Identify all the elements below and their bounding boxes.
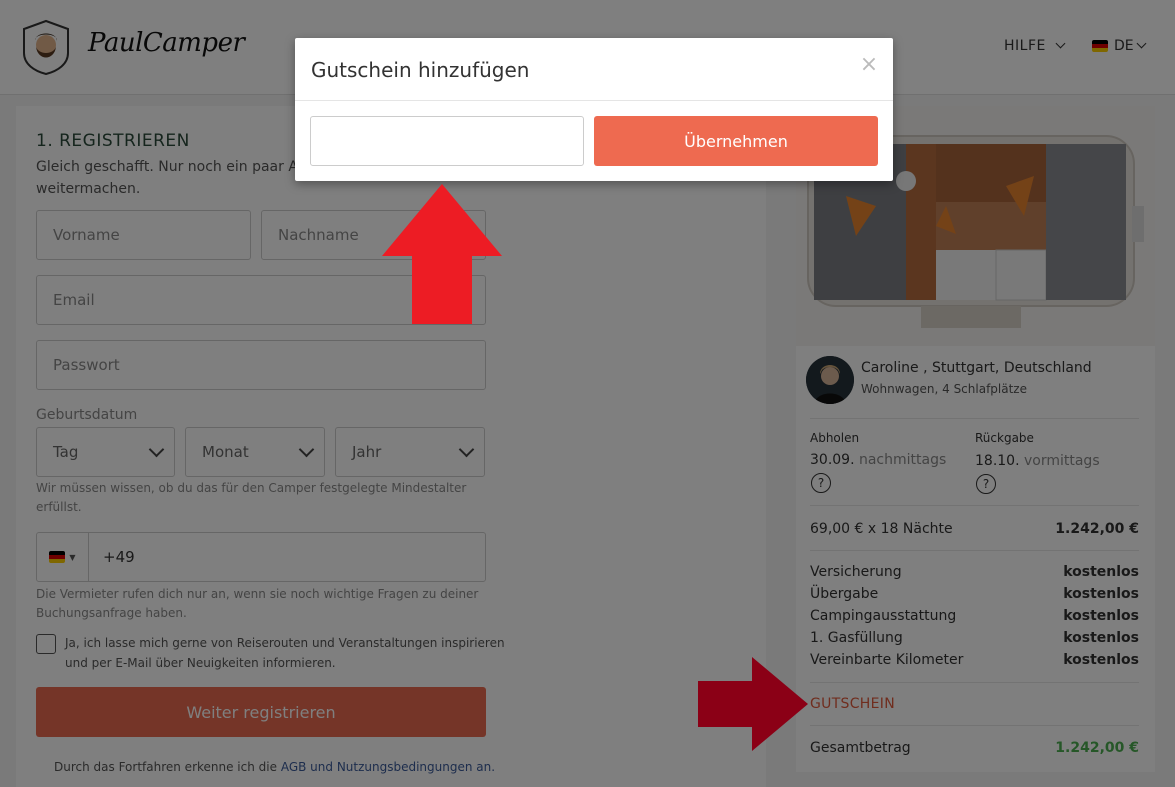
modal-divider <box>295 100 893 101</box>
apply-coupon-button[interactable]: Übernehmen <box>594 116 878 166</box>
annotation-arrow-right-icon <box>698 657 808 751</box>
coupon-code-input[interactable] <box>310 116 584 166</box>
modal-title: Gutschein hinzufügen <box>311 58 530 82</box>
coupon-modal: Gutschein hinzufügen × Übernehmen <box>295 38 893 181</box>
close-icon[interactable]: × <box>859 52 879 77</box>
annotation-arrow-up-icon <box>382 184 502 324</box>
